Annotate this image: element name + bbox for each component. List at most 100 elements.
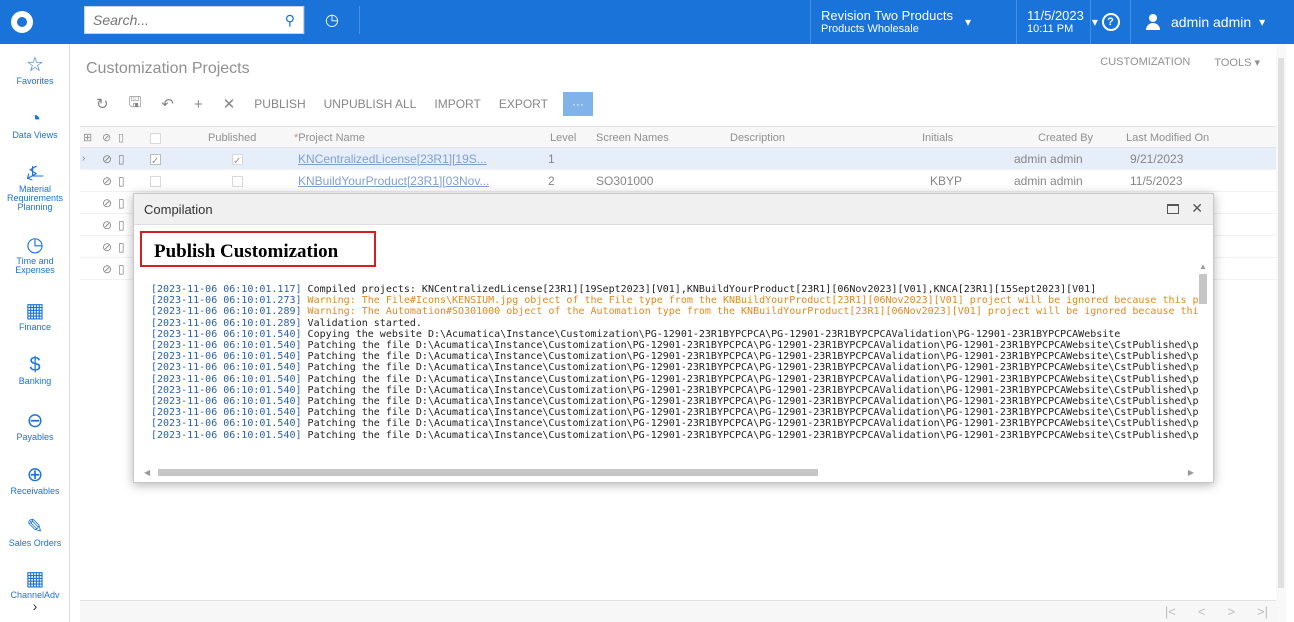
log-timestamp: [2023-11-06 06:10:01.540] <box>151 429 302 441</box>
pencil-icon: ✎ <box>26 516 44 538</box>
sidebar-item-label: Time and Expenses <box>15 256 55 275</box>
chevron-down-icon: ▾ <box>1259 15 1266 29</box>
sidebar-expand-icon[interactable]: › <box>0 598 70 622</box>
log-horizontal-scrollbar[interactable]: ◀ ▶ <box>144 468 1194 478</box>
sidebar-item-label: Banking <box>18 376 52 386</box>
sidebar-item-favorites[interactable]: ☆ Favorites <box>0 54 70 86</box>
log-message: Patching the file D:\Acumatica\Instance\… <box>307 373 1199 385</box>
log-line: [2023-11-06 06:10:01.540] Patching the f… <box>151 407 1199 418</box>
maximize-icon[interactable] <box>1167 204 1180 214</box>
log-line: [2023-11-06 06:10:01.117] Compiled proje… <box>151 284 1199 295</box>
log-message: Patching the file D:\Acumatica\Instance\… <box>307 384 1199 396</box>
log-line: [2023-11-06 06:10:01.273] Warning: The F… <box>151 295 1199 306</box>
date-selector[interactable]: 11/5/2023 10:11 PM ▾ <box>1016 0 1098 44</box>
sidebar-item-label: Material Requirements Planning <box>6 184 64 212</box>
publish-heading: Publish Customization <box>154 241 339 262</box>
log-message: Patching the file D:\Acumatica\Instance\… <box>307 429 1199 441</box>
help-button[interactable]: ? <box>1090 0 1130 44</box>
dialog-header: Compilation ✕ <box>134 194 1213 225</box>
sidebar-item-label: Sales Orders <box>8 538 62 548</box>
company-selector[interactable]: Revision Two Products Products Wholesale… <box>810 0 1016 44</box>
user-icon <box>1145 14 1161 30</box>
log-message: Patching the file D:\Acumatica\Instance\… <box>307 396 1199 408</box>
search-box[interactable]: ⚲ <box>84 6 304 34</box>
log-line: [2023-11-06 06:10:01.540] Patching the f… <box>151 351 1199 362</box>
history-icon[interactable]: ◷ <box>304 6 360 34</box>
scroll-down-icon[interactable]: ▼ <box>1199 481 1207 482</box>
sidebar-item-channeladv[interactable]: ▦ ChannelAdv <box>0 568 70 600</box>
dialog-title: Compilation <box>144 202 213 217</box>
log-timestamp: [2023-11-06 06:10:01.540] <box>151 418 302 430</box>
calculator-icon: ▦ <box>25 300 45 322</box>
sidebar-item-label: Receivables <box>10 486 60 496</box>
help-icon: ? <box>1101 13 1120 31</box>
log-vertical-scrollbar[interactable]: ▲ ▼ <box>1197 262 1209 482</box>
sidebar-item-label: Favorites <box>16 76 54 86</box>
log-timestamp: [2023-11-06 06:10:01.273] <box>151 295 302 307</box>
user-name: admin admin <box>1171 14 1252 30</box>
user-menu[interactable]: admin admin ▾ <box>1130 0 1294 44</box>
log-line: [2023-11-06 06:10:01.289] Validation sta… <box>151 318 1199 329</box>
log-timestamp: [2023-11-06 06:10:01.540] <box>151 396 302 408</box>
sidebar: ☆ Favorites ◔ Data Views ⍼ Material Require… <box>0 44 70 622</box>
sidebar-item-mrp[interactable]: ⍼ Material Requirements Planning <box>0 162 70 212</box>
log-timestamp: [2023-11-06 06:10:01.117] <box>151 284 302 295</box>
close-icon[interactable]: ✕ <box>1191 200 1203 217</box>
log-message: Compiled projects: KNCentralizedLicense[… <box>307 284 1097 295</box>
log-line: [2023-11-06 06:10:01.540] Patching the f… <box>151 374 1199 385</box>
log-timestamp: [2023-11-06 06:10:01.540] <box>151 328 302 340</box>
branch-name: Products Wholesale <box>821 22 919 35</box>
sidebar-item-payables[interactable]: ⊖ Payables <box>0 410 70 442</box>
business-time: 10:11 PM <box>1027 22 1074 35</box>
grid-icon: ▦ <box>25 568 45 590</box>
scroll-left-icon[interactable]: ◀ <box>144 468 150 477</box>
chevron-down-icon: ▾ <box>965 15 972 29</box>
log-line: [2023-11-06 06:10:01.540] Patching the f… <box>151 385 1199 396</box>
log-warning: Warning: The Automation#SO301000 object … <box>307 306 1199 318</box>
sidebar-item-label: Data Views <box>12 130 58 140</box>
sidebar-item-data-views[interactable]: ◔ Data Views <box>0 108 70 140</box>
compilation-dialog: Compilation ✕ Publish Customization [202… <box>133 193 1214 483</box>
app-logo[interactable] <box>0 0 44 44</box>
log-timestamp: [2023-11-06 06:10:01.540] <box>151 407 302 419</box>
sidebar-item-label: Payables <box>16 432 54 442</box>
scroll-up-icon[interactable]: ▲ <box>1199 262 1207 271</box>
top-bar: ⚲ ◷ Revision Two Products Products Whole… <box>0 0 1294 44</box>
log-timestamp: [2023-11-06 06:10:01.540] <box>151 373 302 385</box>
publish-heading-highlight: Publish Customization <box>140 231 376 267</box>
sidebar-item-receivables[interactable]: ⊕ Receivables <box>0 464 70 496</box>
sidebar-item-banking[interactable]: $ Banking <box>0 354 70 386</box>
log-message: Patching the file D:\Acumatica\Instance\… <box>307 362 1199 374</box>
company-name: Revision Two Products <box>821 7 953 23</box>
dollar-icon: $ <box>29 354 41 376</box>
sidebar-item-label: Finance <box>18 322 52 332</box>
log-message: Patching the file D:\Acumatica\Instance\… <box>307 418 1199 430</box>
log-line: [2023-11-06 06:10:01.540] Patching the f… <box>151 430 1199 441</box>
plus-circle-icon: ⊕ <box>26 464 44 486</box>
sidebar-item-sales-orders[interactable]: ✎ Sales Orders <box>0 516 70 548</box>
search-input[interactable] <box>93 12 285 28</box>
log-line: [2023-11-06 06:10:01.289] Warning: The A… <box>151 306 1199 317</box>
log-message: Patching the file D:\Acumatica\Instance\… <box>307 340 1199 352</box>
log-line: [2023-11-06 06:10:01.540] Patching the f… <box>151 340 1199 351</box>
star-icon: ☆ <box>26 54 44 76</box>
log-line: [2023-11-06 06:10:01.540] Patching the f… <box>151 418 1199 429</box>
log-timestamp: [2023-11-06 06:10:01.540] <box>151 340 302 352</box>
log-timestamp: [2023-11-06 06:10:01.289] <box>151 317 302 329</box>
minus-circle-icon: ⊖ <box>26 410 44 432</box>
mrp-icon: ⍼ <box>26 162 44 184</box>
log-timestamp: [2023-11-06 06:10:01.289] <box>151 306 302 318</box>
log-message: Patching the file D:\Acumatica\Instance\… <box>307 407 1199 419</box>
log-timestamp: [2023-11-06 06:10:01.540] <box>151 362 302 374</box>
log-message: Copying the website D:\Acumatica\Instanc… <box>307 328 1121 340</box>
log-line: [2023-11-06 06:10:01.540] Copying the we… <box>151 329 1199 340</box>
dialog-body: Publish Customization [2023-11-06 06:10:… <box>134 226 1213 482</box>
log-timestamp: [2023-11-06 06:10:01.540] <box>151 384 302 396</box>
search-icon[interactable]: ⚲ <box>285 12 295 29</box>
log-line: [2023-11-06 06:10:01.540] Patching the f… <box>151 396 1199 407</box>
log-warning: Warning: The File#Icons\KENSIUM.jpg obje… <box>307 295 1199 307</box>
sidebar-item-finance[interactable]: ▦ Finance <box>0 300 70 332</box>
scroll-right-icon[interactable]: ▶ <box>1188 468 1194 477</box>
sidebar-item-time-expenses[interactable]: ◷ Time and Expenses <box>0 234 70 275</box>
pie-chart-icon: ◔ <box>28 108 42 130</box>
